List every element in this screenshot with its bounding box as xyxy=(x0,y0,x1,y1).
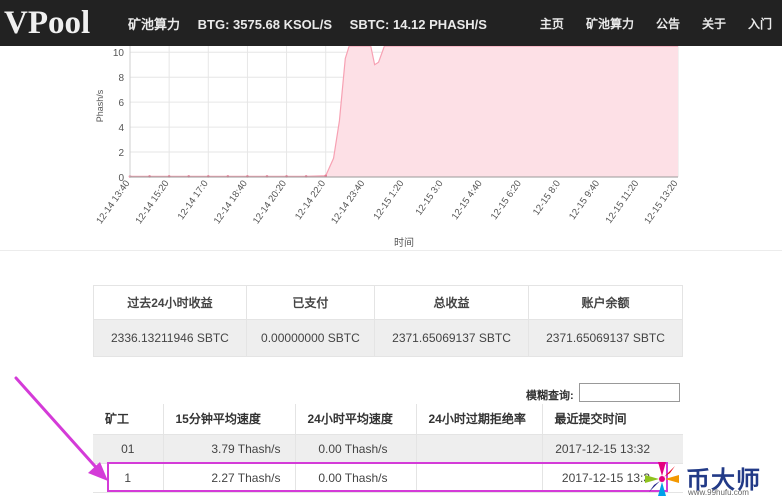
annotation-arrow xyxy=(14,376,108,481)
x-tick-label: 12-14 23:40 xyxy=(329,178,367,226)
earnings-header-row: 过去24小时收益 已支付 总收益 账户余额 xyxy=(93,285,683,320)
btg-hashrate: BTG: 3575.68 KSOL/S xyxy=(197,17,333,32)
logo[interactable]: VPool xyxy=(4,3,90,43)
worker-reject-rate xyxy=(416,463,543,493)
worker-24h-speed: 0.00 Thash/s xyxy=(295,463,417,493)
x-tick-label: 12-14 18:40 xyxy=(212,178,250,226)
nav-announcements[interactable]: 公告 xyxy=(656,15,680,32)
earnings-paid-value: 0.00000000 SBTC xyxy=(245,319,376,357)
x-tick-label: 12-15 4:40 xyxy=(450,178,485,222)
nav-home[interactable]: 主页 xyxy=(540,15,564,32)
y-tick-label: 8 xyxy=(118,73,124,84)
x-tick-label: 12-14 20:20 xyxy=(251,178,289,226)
search-input[interactable] xyxy=(579,383,680,402)
hashrate-chart-svg: 024681012-14 13:40 12-14 15:20 12-14 17:0 1… xyxy=(94,46,680,249)
watermark: 币大师 www.99hufu.com xyxy=(642,458,782,500)
x-tick-label: 12-15 11:20 xyxy=(604,178,642,225)
worker-reject-rate xyxy=(416,434,543,464)
earnings-balance-value: 2371.65069137 SBTC xyxy=(528,319,683,357)
sbtc-hashrate: SBTC: 14.12 PHASH/S xyxy=(349,17,487,32)
x-tick-label: 12-15 13:20 xyxy=(642,178,680,226)
nav-menu: 主页 矿池算力 公告 关于 入门 xyxy=(518,0,772,46)
earnings-total-value: 2371.65069137 SBTC xyxy=(374,319,530,357)
earnings-header-balance: 账户余额 xyxy=(528,285,683,320)
nav-getting-started[interactable]: 入门 xyxy=(748,15,772,32)
x-axis-label: 时间 xyxy=(394,236,414,249)
col-24h-speed[interactable]: 24小时平均速度 xyxy=(295,404,417,435)
worker-15min-speed: 2.27 Thash/s xyxy=(163,463,296,493)
y-tick-label: 10 xyxy=(113,48,125,59)
col-15min-speed[interactable]: 15分钟平均速度 xyxy=(163,404,296,435)
col-last-submit[interactable]: 最近提交时间 xyxy=(542,404,683,435)
section-divider xyxy=(0,250,782,251)
earnings-header-24h: 过去24小时收益 xyxy=(93,285,247,320)
series-area xyxy=(130,46,678,177)
earnings-value-row: 2336.13211946 SBTC 0.00000000 SBTC 2371.… xyxy=(93,319,683,357)
y-axis-label: Phash/s xyxy=(95,89,105,122)
x-tick-label: 12-15 3:0 xyxy=(414,178,446,217)
x-tick-label: 12-14 22:0 xyxy=(293,178,328,222)
pool-hashrate: 矿池算力 BTG: 3575.68 KSOL/S SBTC: 14.12 PHA… xyxy=(128,14,501,33)
y-tick-label: 2 xyxy=(118,148,124,159)
x-tick-label: 12-14 13:40 xyxy=(94,178,132,226)
worker-15min-speed: 3.79 Thash/s xyxy=(163,434,296,464)
nav-pool-hashrate[interactable]: 矿池算力 xyxy=(586,15,634,32)
y-tick-label: 4 xyxy=(118,123,124,134)
table-row[interactable]: 1 2.27 Thash/s 0.00 Thash/s 2017-12-15 1… xyxy=(93,463,683,493)
earnings-header-paid: 已支付 xyxy=(245,285,376,320)
pinwheel-logo-icon xyxy=(645,462,679,496)
navbar: VPool 矿池算力 BTG: 3575.68 KSOL/S SBTC: 14.… xyxy=(0,0,782,46)
x-tick-label: 12-14 17:0 xyxy=(176,178,211,222)
hashrate-chart: 0 2 4 6 8 10 12-14 13:40 12-14 15:20 12-14 17:0 1… xyxy=(0,46,782,250)
x-tick-label: 12-15 9:40 xyxy=(567,178,602,222)
search-label: 模糊查询: xyxy=(526,390,574,402)
watermark-url: www.99hufu.com xyxy=(688,488,749,497)
worker-24h-speed: 0.00 Thash/s xyxy=(295,434,417,464)
workers-header-row: 矿工 15分钟平均速度 24小时平均速度 24小时过期拒绝率 最近提交时间 xyxy=(93,404,683,435)
table-row[interactable]: 01 3.79 Thash/s 0.00 Thash/s 2017-12-15 … xyxy=(93,434,683,464)
earnings-table: 过去24小时收益 已支付 总收益 账户余额 2336.13211946 SBTC… xyxy=(93,285,683,357)
workers-table: 矿工 15分钟平均速度 24小时平均速度 24小时过期拒绝率 最近提交时间 01… xyxy=(93,404,683,493)
y-tick-label: 6 xyxy=(118,98,124,109)
x-tick-label: 12-15 1:20 xyxy=(371,178,406,222)
nav-about[interactable]: 关于 xyxy=(702,15,726,32)
earnings-header-total: 总收益 xyxy=(374,285,530,320)
col-24h-reject-rate[interactable]: 24小时过期拒绝率 xyxy=(416,404,543,435)
x-tick-label: 12-15 6:20 xyxy=(489,178,524,222)
x-tick-label: 12-14 15:20 xyxy=(133,178,171,226)
x-tick-label: 12-15 8:0 xyxy=(531,178,563,217)
hashrate-title: 矿池算力 xyxy=(128,17,181,32)
earnings-24h-value: 2336.13211946 SBTC xyxy=(93,319,247,357)
